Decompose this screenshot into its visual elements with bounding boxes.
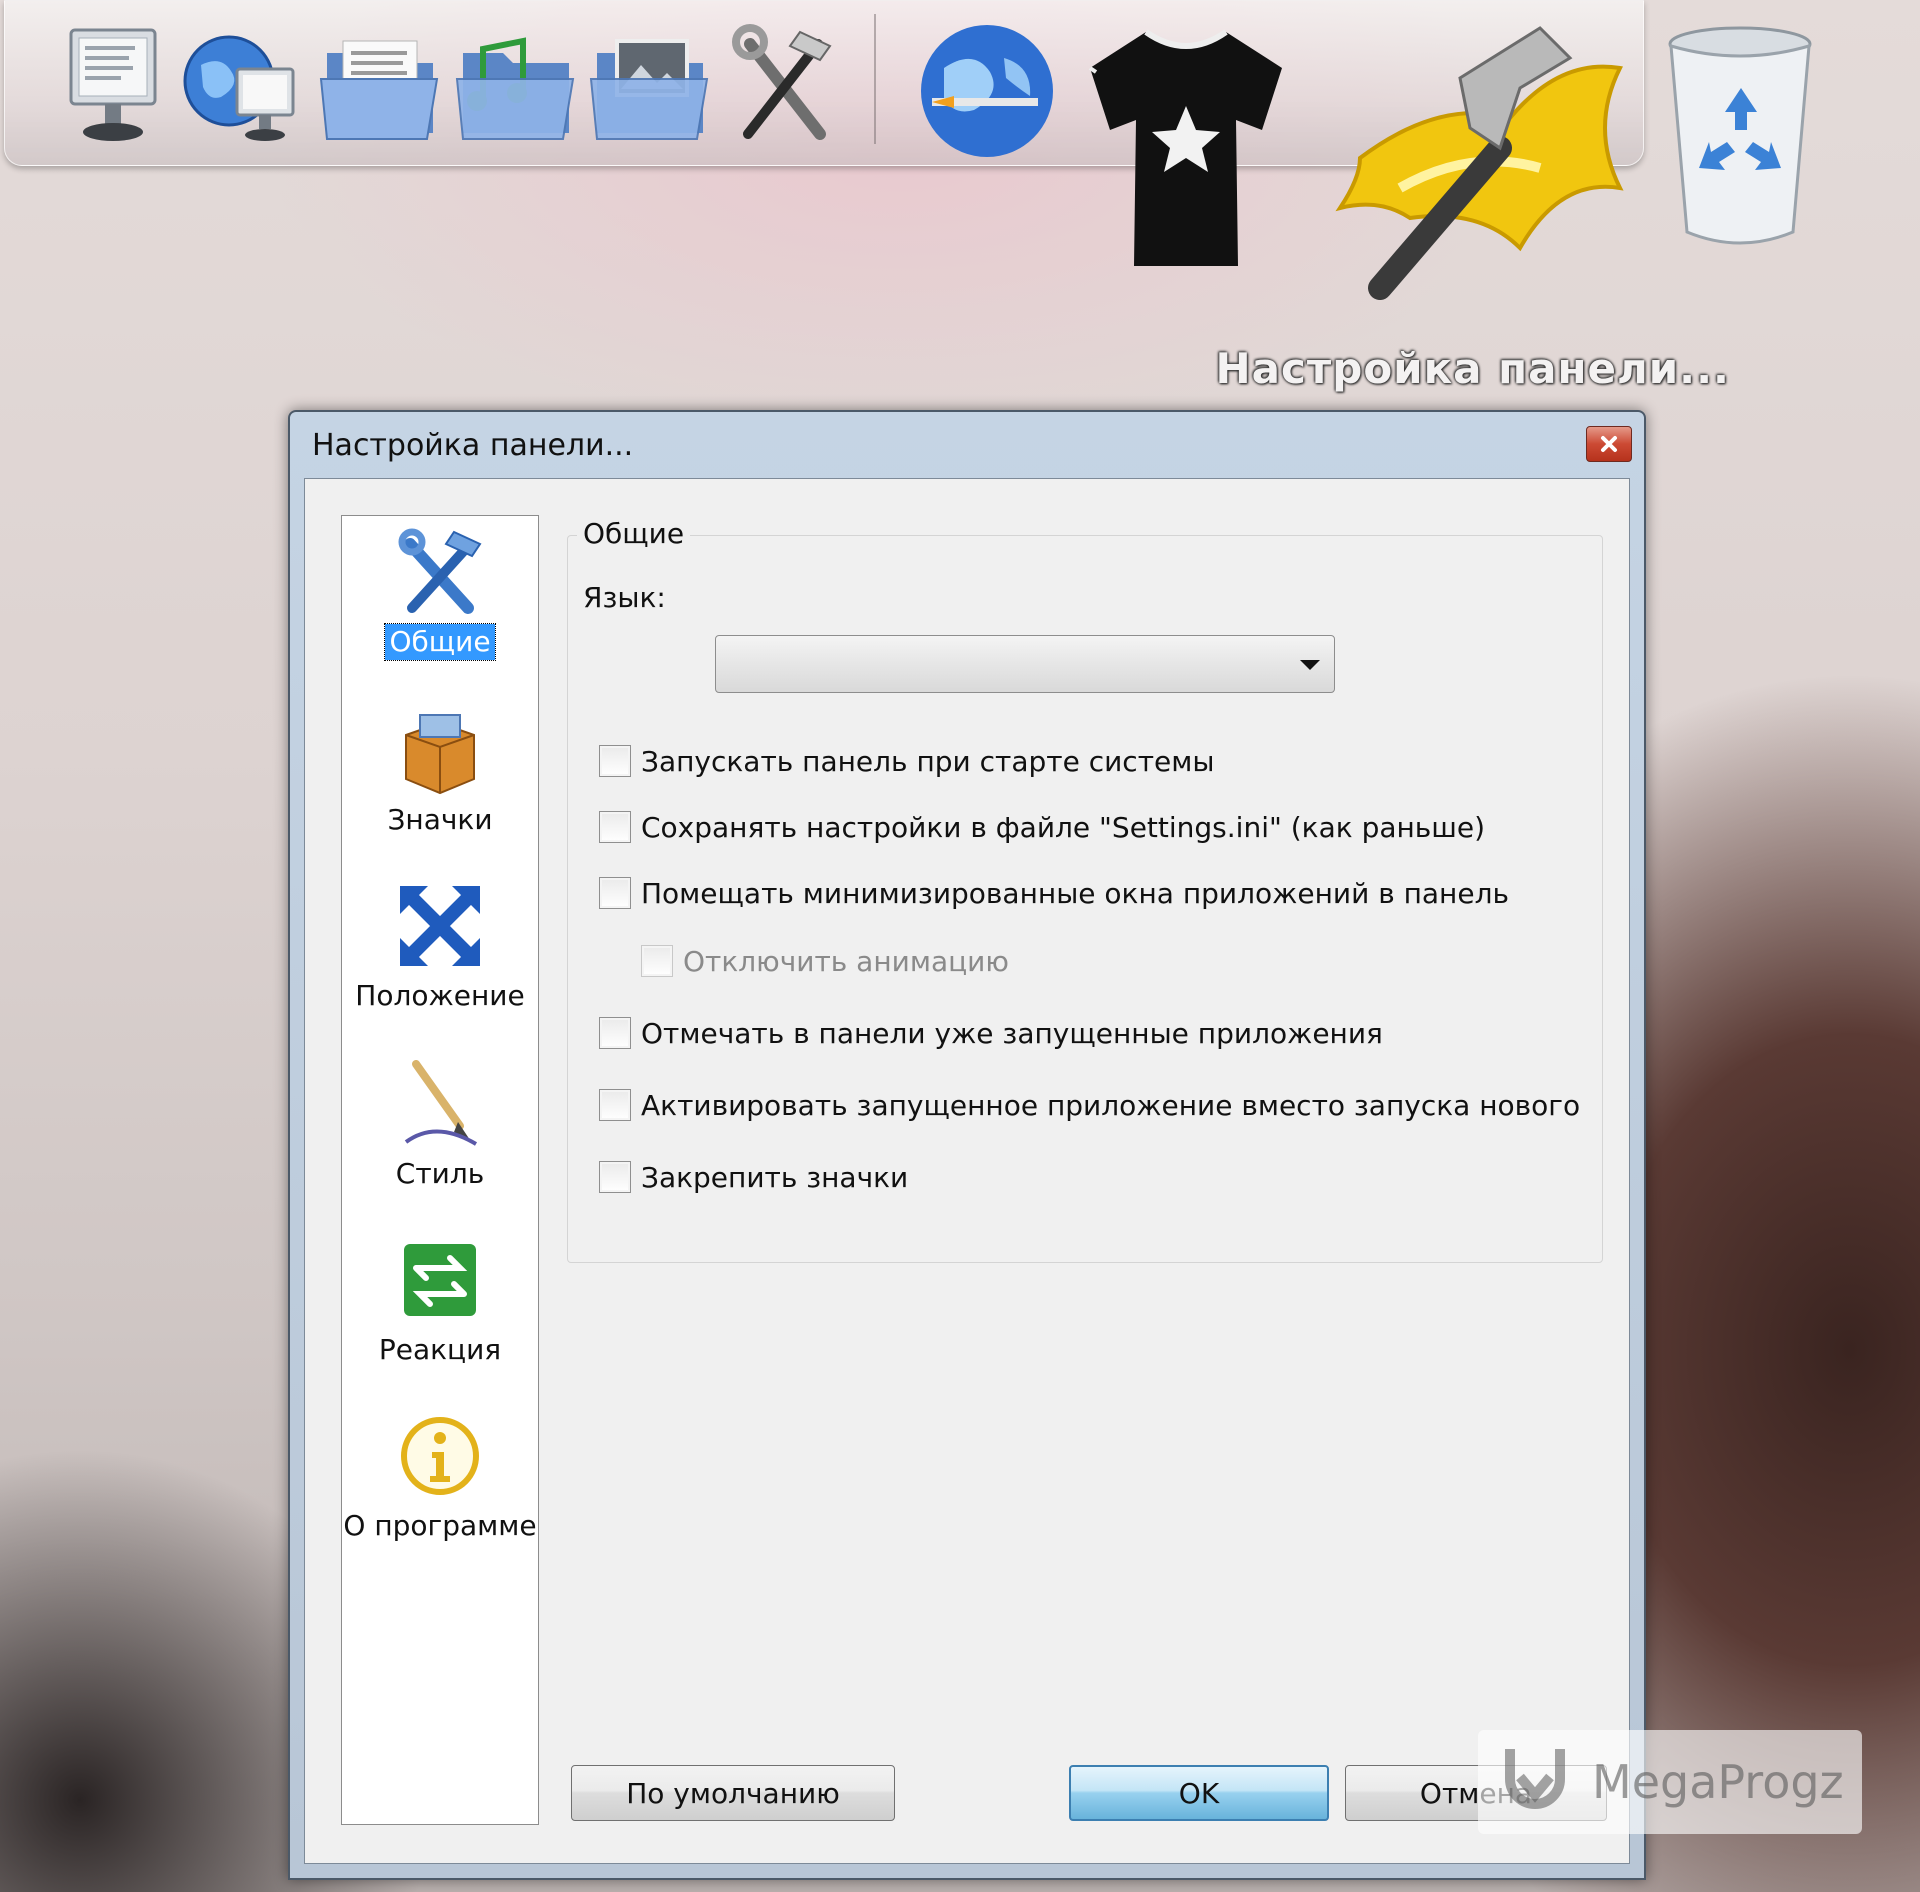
settings-dialog: Настройка панели... Общие Значки Положен… <box>288 410 1646 1880</box>
recycle-bin-icon[interactable] <box>1660 20 1820 260</box>
internet-globe-icon[interactable] <box>912 16 1062 166</box>
sidebar-item-label: Общие <box>384 623 496 661</box>
sidebar-item-label: О программе <box>343 1509 537 1542</box>
info-icon <box>392 1408 488 1504</box>
tools-icon <box>392 524 488 620</box>
option-autostart[interactable]: Запускать панель при старте системы <box>599 741 1214 781</box>
documents-folder-icon[interactable] <box>316 22 442 152</box>
dialog-client-area: Общие Значки Положение Стиль Реакция О п… <box>304 478 1630 1864</box>
language-select[interactable] <box>715 635 1335 693</box>
group-title: Общие <box>577 517 691 550</box>
watermark: MegaProgz <box>1478 1730 1862 1834</box>
option-label: Сохранять настройки в файле "Settings.in… <box>641 810 1486 844</box>
checkbox[interactable] <box>599 1017 631 1049</box>
option-lock-icons[interactable]: Закрепить значки <box>599 1157 908 1197</box>
sidebar-item-about[interactable]: О программе <box>342 1408 538 1558</box>
brush-icon <box>392 1056 488 1152</box>
option-settings-ini[interactable]: Сохранять настройки в файле "Settings.in… <box>599 807 1485 847</box>
chevron-down-icon <box>1300 660 1320 670</box>
box-icon <box>392 702 488 798</box>
option-label: Запускать панель при старте системы <box>641 744 1215 778</box>
sidebar-item-icons[interactable]: Значки <box>342 702 538 852</box>
tools-icon[interactable] <box>724 22 844 152</box>
option-minimize-to-panel[interactable]: Помещать минимизированные окна приложени… <box>599 873 1509 913</box>
download-logo-icon <box>1505 1749 1565 1809</box>
checkbox[interactable] <box>599 1161 631 1193</box>
ok-button[interactable]: OK <box>1069 1765 1329 1821</box>
defaults-button[interactable]: По умолчанию <box>571 1765 895 1821</box>
close-button[interactable] <box>1586 426 1632 462</box>
option-activate-running[interactable]: Активировать запущенное приложение вмест… <box>599 1085 1580 1125</box>
option-label: Закрепить значки <box>641 1160 909 1194</box>
sidebar-item-position[interactable]: Положение <box>342 878 538 1028</box>
checkbox <box>641 945 673 977</box>
option-label: Активировать запущенное приложение вмест… <box>641 1088 1581 1122</box>
checkbox[interactable] <box>599 811 631 843</box>
option-label: Отмечать в панели уже запущенные приложе… <box>641 1016 1383 1050</box>
sidebar-item-label: Значки <box>387 803 493 836</box>
checkbox[interactable] <box>599 877 631 909</box>
close-icon <box>1601 436 1617 452</box>
network-computer-icon[interactable] <box>180 22 300 152</box>
sidebar-item-reaction[interactable]: Реакция <box>342 1232 538 1382</box>
title-bar[interactable]: Настройка панели... <box>290 412 1644 478</box>
option-disable-animation: Отключить анимацию <box>641 941 1009 981</box>
option-mark-running-apps[interactable]: Отмечать в панели уже запущенные приложе… <box>599 1013 1383 1053</box>
option-label: Отключить анимацию <box>683 944 1009 978</box>
dock-tooltip-caption: Настройка панели... <box>1215 344 1730 393</box>
settings-hammer-icon[interactable] <box>1320 18 1640 308</box>
computer-icon[interactable] <box>58 22 168 152</box>
sidebar-item-label: Положение <box>355 979 525 1012</box>
watermark-text: MegaProgz <box>1592 1755 1844 1809</box>
music-folder-icon[interactable] <box>452 22 578 152</box>
tshirt-icon[interactable] <box>1076 18 1296 278</box>
category-sidebar: Общие Значки Положение Стиль Реакция О п… <box>341 515 539 1825</box>
sidebar-item-style[interactable]: Стиль <box>342 1056 538 1206</box>
sidebar-item-label: Стиль <box>395 1157 485 1190</box>
sidebar-item-general[interactable]: Общие <box>342 524 538 674</box>
pictures-folder-icon[interactable] <box>586 22 712 152</box>
dock-separator <box>874 14 876 144</box>
language-label: Язык: <box>583 581 666 614</box>
option-label: Помещать минимизированные окна приложени… <box>641 876 1509 910</box>
exchange-icon <box>392 1232 488 1328</box>
window-title: Настройка панели... <box>312 428 634 463</box>
sidebar-item-label: Реакция <box>378 1333 502 1366</box>
checkbox[interactable] <box>599 1089 631 1121</box>
checkbox[interactable] <box>599 745 631 777</box>
arrows-icon <box>392 878 488 974</box>
